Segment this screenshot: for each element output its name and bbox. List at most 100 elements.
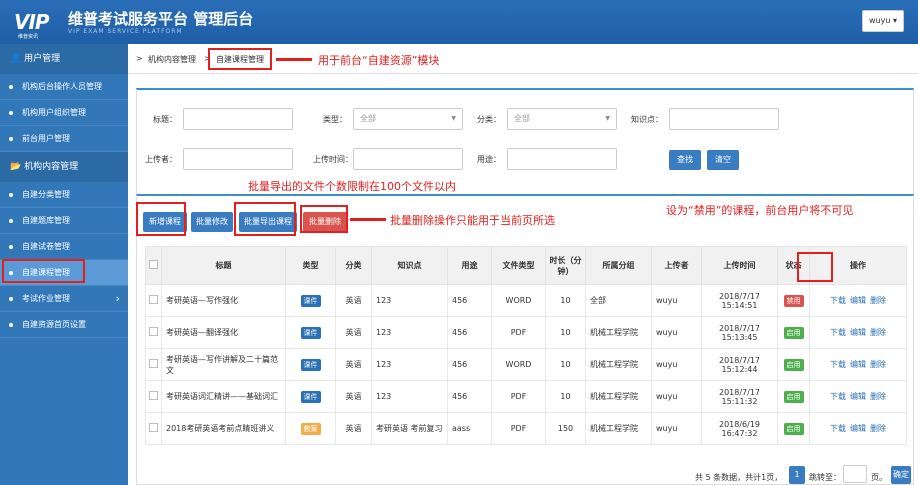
- edit-link[interactable]: 编辑: [850, 360, 866, 369]
- download-link[interactable]: 下载: [830, 392, 846, 401]
- cell-group: 机械工程学院: [585, 380, 652, 413]
- pager-summary: 共 5 条数据，共计1页，: [695, 473, 783, 482]
- batch-edit-button[interactable]: 批量修改: [191, 212, 233, 232]
- bullet-icon: [9, 323, 13, 327]
- user-icon: 👤: [10, 54, 22, 64]
- status-badge[interactable]: 禁用: [783, 294, 804, 307]
- status-badge[interactable]: 启用: [783, 390, 804, 403]
- cell-uploader: wuyu: [651, 348, 702, 381]
- clear-button[interactable]: 清空: [707, 150, 739, 170]
- cell-category: 英语: [335, 380, 372, 413]
- cell-duration: 10: [545, 316, 586, 349]
- bullet-icon: [9, 245, 13, 249]
- user-menu-button[interactable]: wuyu ▾: [862, 10, 904, 32]
- brand-title: 维普考试服务平台 管理后台: [68, 10, 254, 28]
- cell-knowledge: 123: [371, 284, 448, 317]
- cell-filetype: PDF: [491, 412, 546, 445]
- page-1-button[interactable]: 1: [789, 466, 805, 484]
- sidebar-item-operators[interactable]: 机构后台操作人员管理: [0, 74, 128, 100]
- sidebar-item-categories[interactable]: 自建分类管理: [0, 182, 128, 208]
- breadcrumb-parent[interactable]: 机构内容管理: [148, 54, 196, 65]
- status-badge[interactable]: 启用: [783, 422, 804, 435]
- cell-duration: 10: [545, 284, 586, 317]
- goto-page-input[interactable]: [843, 465, 867, 483]
- upload-time-input[interactable]: [353, 148, 463, 170]
- cell-group: 机械工程学院: [585, 316, 652, 349]
- edit-link[interactable]: 编辑: [850, 424, 866, 433]
- edit-link[interactable]: 编辑: [850, 392, 866, 401]
- row-checkbox[interactable]: [149, 423, 158, 432]
- delete-link[interactable]: 删除: [870, 392, 886, 401]
- cell-uploader: wuyu: [651, 316, 702, 349]
- download-link[interactable]: 下载: [830, 424, 846, 433]
- bullet-icon: [9, 111, 13, 115]
- type-badge: 课件: [300, 294, 321, 307]
- sidebar-item-homepage-settings[interactable]: 自建资源首页设置: [0, 312, 128, 338]
- sidebar-item-org-users[interactable]: 机构用户组织管理: [0, 100, 128, 126]
- sidebar-item-question-bank[interactable]: 自建题库管理: [0, 208, 128, 234]
- sidebar-item-exams[interactable]: 考试作业管理 ›: [0, 286, 128, 312]
- cell-filetype: PDF: [491, 380, 546, 413]
- cell-title: 2018考研英语考前点睛班讲义: [161, 412, 286, 445]
- caret-down-icon: ▼: [451, 115, 456, 122]
- type-badge: 教案: [300, 422, 321, 435]
- sidebar-item-front-users[interactable]: 前台用户管理: [0, 126, 128, 152]
- annotation-export-limit: 批量导出的文件个数限制在100个文件以内: [248, 180, 456, 193]
- cell-upload-time: 2018/7/17 15:12:44: [701, 348, 778, 381]
- delete-link[interactable]: 删除: [870, 296, 886, 305]
- cell-category: 英语: [335, 348, 372, 381]
- download-link[interactable]: 下载: [830, 296, 846, 305]
- sidebar-group-content[interactable]: 📂 机构内容管理: [0, 152, 128, 182]
- delete-link[interactable]: 删除: [870, 424, 886, 433]
- annotation-box-export: [234, 202, 296, 236]
- knowledge-input[interactable]: [669, 108, 779, 130]
- cell-usage: aass: [447, 412, 492, 445]
- status-badge[interactable]: 启用: [783, 358, 804, 371]
- row-checkbox[interactable]: [149, 295, 158, 304]
- table-row: 考研英语—写作讲解及二十篇范文 课件 英语 123 456 WORD 10 机械工程学院 wuy…: [145, 348, 907, 381]
- type-badge: 课件: [300, 326, 321, 339]
- search-button[interactable]: 查找: [669, 150, 701, 170]
- annotation-box-breadcrumb: [208, 48, 272, 70]
- row-checkbox[interactable]: [149, 327, 158, 336]
- row-checkbox[interactable]: [149, 391, 158, 400]
- uploader-input[interactable]: [183, 148, 293, 170]
- sidebar-item-papers[interactable]: 自建试卷管理: [0, 234, 128, 260]
- usage-input[interactable]: [507, 148, 617, 170]
- cell-category: 英语: [335, 284, 372, 317]
- arrow-left-icon: [276, 58, 312, 61]
- edit-link[interactable]: 编辑: [850, 328, 866, 337]
- bullet-icon: [9, 297, 13, 301]
- download-link[interactable]: 下载: [830, 328, 846, 337]
- edit-link[interactable]: 编辑: [850, 296, 866, 305]
- category-select[interactable]: 全部 ▼: [507, 108, 617, 130]
- table-row: 考研英语—写作强化 课件 英语 123 456 WORD 10 全部 wuyu 2018/7/17…: [145, 284, 907, 317]
- type-badge: 课件: [300, 390, 321, 403]
- cell-usage: 456: [447, 380, 492, 413]
- download-link[interactable]: 下载: [830, 360, 846, 369]
- select-all-checkbox[interactable]: [149, 260, 158, 269]
- cell-category: 英语: [335, 412, 372, 445]
- delete-link[interactable]: 删除: [870, 360, 886, 369]
- cell-duration: 10: [545, 348, 586, 381]
- title-input[interactable]: [183, 108, 293, 130]
- cell-knowledge: 123: [371, 348, 448, 381]
- goto-confirm-button[interactable]: 确定: [891, 466, 911, 484]
- cell-usage: 456: [447, 348, 492, 381]
- type-select[interactable]: 全部 ▼: [353, 108, 463, 130]
- caret-down-icon: ▼: [605, 115, 610, 122]
- cell-upload-time: 2018/7/17 15:13:45: [701, 316, 778, 349]
- status-badge[interactable]: 启用: [783, 326, 804, 339]
- cell-title: 考研英语—翻译强化: [161, 316, 286, 349]
- cell-uploader: wuyu: [651, 380, 702, 413]
- cell-filetype: PDF: [491, 316, 546, 349]
- cell-filetype: WORD: [491, 348, 546, 381]
- delete-link[interactable]: 删除: [870, 328, 886, 337]
- course-table: 标题 类型 分类 知识点 用途 文件类型 时长（分钟） 所属分组 上传者 上传时…: [145, 246, 907, 445]
- row-checkbox[interactable]: [149, 359, 158, 368]
- cell-uploader: wuyu: [651, 284, 702, 317]
- cell-uploader: wuyu: [651, 412, 702, 445]
- table-header-row: 标题 类型 分类 知识点 用途 文件类型 时长（分钟） 所属分组 上传者 上传时…: [145, 246, 907, 285]
- sidebar-group-user[interactable]: 👤 用户管理: [0, 44, 128, 74]
- type-badge: 课件: [300, 358, 321, 371]
